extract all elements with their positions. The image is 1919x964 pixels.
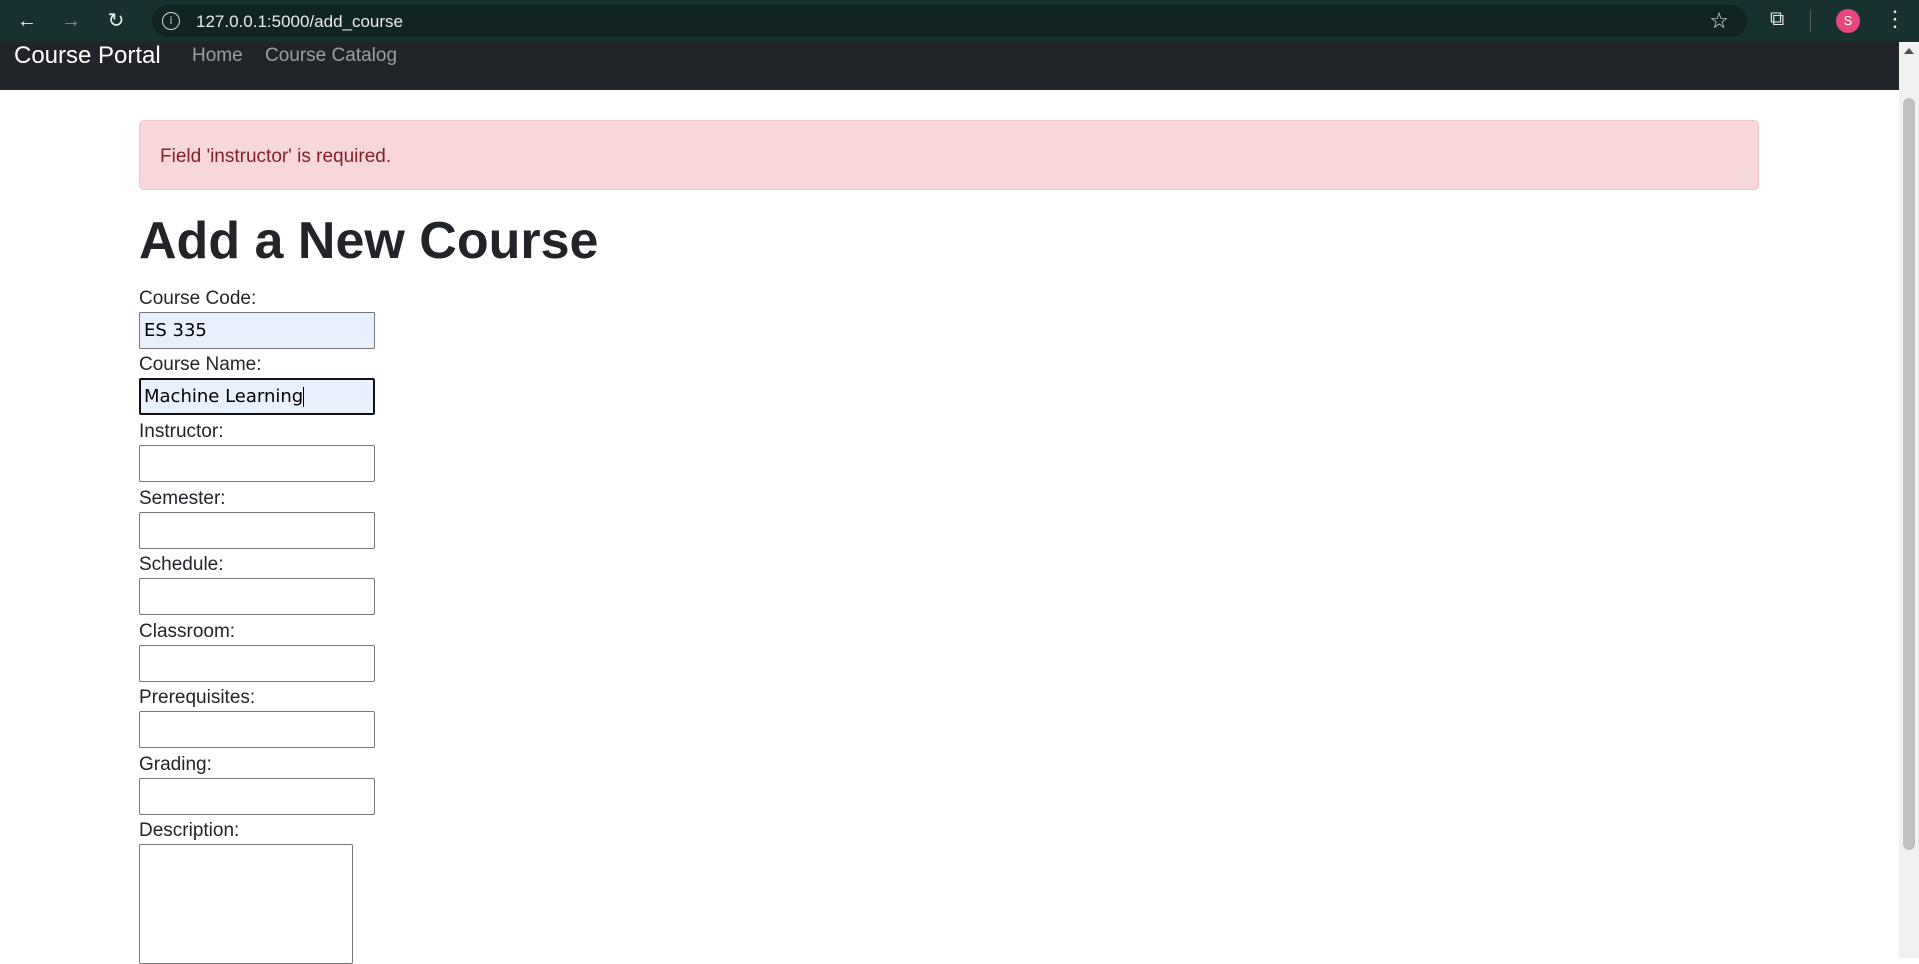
course-code-input[interactable]: ES 335: [139, 312, 375, 349]
scroll-up-arrow-icon[interactable]: [1904, 48, 1914, 54]
description-textarea[interactable]: [139, 844, 353, 964]
course-code-label: Course Code:: [139, 288, 257, 309]
puzzle-icon[interactable]: ⧉: [1770, 8, 1784, 31]
course-name-input[interactable]: Machine Learning: [139, 378, 375, 415]
text-caret: [303, 387, 305, 407]
navbar-brand[interactable]: Course Portal: [14, 42, 161, 70]
page-title: Add a New Course: [139, 212, 599, 270]
grading-input[interactable]: [139, 778, 375, 815]
course-name-value: Machine Learning: [144, 386, 304, 407]
semester-input[interactable]: [139, 512, 375, 549]
description-label: Description:: [139, 820, 240, 841]
page-scrollbar[interactable]: [1899, 42, 1919, 958]
address-bar[interactable]: i 127.0.0.1:5000/add_course ☆: [152, 5, 1747, 37]
classroom-label: Classroom:: [139, 621, 236, 642]
instructor-label: Instructor:: [139, 421, 224, 442]
prerequisites-input[interactable]: [139, 711, 375, 748]
classroom-input[interactable]: [139, 645, 375, 682]
error-alert: Field 'instructor' is required.: [139, 120, 1759, 190]
scrollbar-thumb[interactable]: [1903, 98, 1915, 850]
kebab-menu-icon[interactable]: ⋮: [1884, 6, 1906, 32]
schedule-label: Schedule:: [139, 554, 224, 575]
reload-icon[interactable]: ↻: [102, 7, 130, 35]
toolbar-divider: [1810, 10, 1811, 32]
browser-toolbar: ← → ↻ i 127.0.0.1:5000/add_course ☆ ⧉ S …: [0, 0, 1919, 42]
back-arrow-icon[interactable]: ←: [13, 7, 41, 35]
instructor-input[interactable]: [139, 445, 375, 482]
alert-message: Field 'instructor' is required.: [160, 146, 392, 167]
prerequisites-label: Prerequisites:: [139, 687, 256, 708]
schedule-input[interactable]: [139, 578, 375, 615]
grading-label: Grading:: [139, 754, 212, 775]
course-name-label: Course Name:: [139, 354, 262, 375]
url-text[interactable]: 127.0.0.1:5000/add_course: [196, 12, 403, 32]
star-icon[interactable]: ☆: [1709, 8, 1729, 34]
avatar[interactable]: S: [1836, 9, 1860, 33]
site-navbar: Course Portal Home Course Catalog: [0, 42, 1899, 90]
nav-link-home[interactable]: Home: [192, 45, 243, 67]
nav-link-course-catalog[interactable]: Course Catalog: [265, 45, 397, 67]
semester-label: Semester:: [139, 488, 226, 509]
forward-arrow-icon[interactable]: →: [57, 7, 85, 35]
site-info-icon[interactable]: i: [162, 12, 180, 30]
